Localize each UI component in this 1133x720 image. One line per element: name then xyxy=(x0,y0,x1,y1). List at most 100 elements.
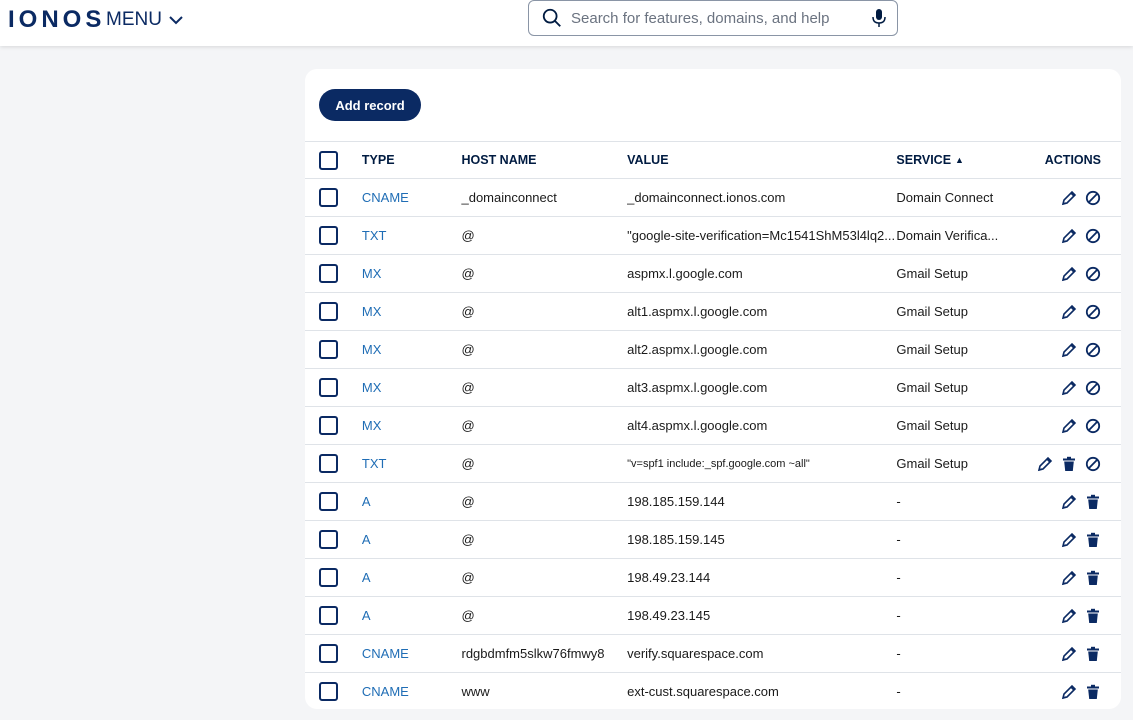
pencil-icon[interactable] xyxy=(1061,608,1077,624)
table-row[interactable]: A @198.185.159.144- xyxy=(305,482,1121,521)
table-body: CNAME _domainconnect _domainconnect.ionos.… xyxy=(305,178,1121,710)
disable-icon[interactable] xyxy=(1085,418,1101,434)
ionos-logo[interactable]: IONOS xyxy=(8,6,105,34)
row-checkbox[interactable] xyxy=(319,454,338,473)
table-row[interactable]: MX @ alt1.aspmx.l.google.com Gmail Setup xyxy=(305,292,1121,331)
record-type[interactable]: A xyxy=(361,482,462,521)
search-input[interactable] xyxy=(569,8,871,28)
table-row[interactable]: A @198.49.23.145- xyxy=(305,596,1121,635)
pencil-icon[interactable] xyxy=(1061,684,1077,700)
table-row[interactable]: CNAME _domainconnect _domainconnect.ionos.… xyxy=(305,178,1121,217)
table-header-row: TYPE HOST NAME VALUE SERVICE ▲ ACTIONS xyxy=(305,141,1121,179)
pencil-icon[interactable] xyxy=(1061,570,1077,586)
row-checkbox[interactable] xyxy=(319,416,338,435)
record-type[interactable]: MX xyxy=(361,330,462,369)
row-select-cell xyxy=(305,292,362,331)
select-all-cell xyxy=(305,141,362,179)
pencil-icon[interactable] xyxy=(1061,304,1077,320)
record-host: @ xyxy=(461,330,628,369)
trash-icon[interactable] xyxy=(1085,532,1101,548)
record-type[interactable]: A xyxy=(361,558,462,597)
disable-icon[interactable] xyxy=(1085,304,1101,320)
record-type[interactable]: MX xyxy=(361,406,462,445)
row-checkbox[interactable] xyxy=(319,340,338,359)
record-actions xyxy=(1028,596,1121,635)
trash-icon[interactable] xyxy=(1085,684,1101,700)
sort-ascending-icon: ▲ xyxy=(955,155,964,165)
record-type[interactable]: CNAME xyxy=(361,634,462,673)
table-row[interactable]: TXT @ "google-site-verification=Mc1541ShM5… xyxy=(305,216,1121,255)
row-checkbox[interactable] xyxy=(319,378,338,397)
table-row[interactable]: CNAME www ext-cust.squarespace.com - xyxy=(305,672,1121,710)
record-type[interactable]: TXT xyxy=(361,216,462,255)
pencil-icon[interactable] xyxy=(1061,228,1077,244)
record-type[interactable]: MX xyxy=(361,368,462,407)
record-type[interactable]: A xyxy=(361,520,462,559)
record-type[interactable]: A xyxy=(361,596,462,635)
trash-icon[interactable] xyxy=(1085,646,1101,662)
pencil-icon[interactable] xyxy=(1037,456,1053,472)
pencil-icon[interactable] xyxy=(1061,380,1077,396)
table-row[interactable]: MX @ aspmx.l.google.com Gmail Setup xyxy=(305,254,1121,293)
disable-icon[interactable] xyxy=(1085,266,1101,282)
menu-label: MENU xyxy=(106,9,162,30)
row-checkbox[interactable] xyxy=(319,302,338,321)
record-service: Gmail Setup xyxy=(896,406,1029,445)
row-checkbox[interactable] xyxy=(319,530,338,549)
column-header-host[interactable]: HOST NAME xyxy=(461,141,628,179)
pencil-icon[interactable] xyxy=(1061,266,1077,282)
row-checkbox[interactable] xyxy=(319,264,338,283)
table-row[interactable]: MX @ alt2.aspmx.l.google.com Gmail Setup xyxy=(305,330,1121,369)
record-host: www xyxy=(461,672,628,710)
record-type[interactable]: CNAME xyxy=(361,672,462,710)
pencil-icon[interactable] xyxy=(1061,342,1077,358)
trash-icon[interactable] xyxy=(1061,456,1077,472)
row-checkbox[interactable] xyxy=(319,682,338,701)
table-row[interactable]: TXT @ "v=spf1 include:_spf.google.com ~all… xyxy=(305,444,1121,483)
record-type[interactable]: MX xyxy=(361,254,462,293)
search-box[interactable] xyxy=(528,0,898,36)
table-row[interactable]: CNAME rdgbdmfm5slkw76fmwy8 verify.squaresp… xyxy=(305,634,1121,673)
record-type[interactable]: TXT xyxy=(361,444,462,483)
record-type[interactable]: CNAME xyxy=(361,178,462,217)
pencil-icon[interactable] xyxy=(1061,494,1077,510)
row-checkbox[interactable] xyxy=(319,188,338,207)
disable-icon[interactable] xyxy=(1085,342,1101,358)
column-header-service[interactable]: SERVICE ▲ xyxy=(896,141,1029,179)
row-select-cell xyxy=(305,254,362,293)
record-type[interactable]: MX xyxy=(361,292,462,331)
row-checkbox[interactable] xyxy=(319,606,338,625)
row-checkbox[interactable] xyxy=(319,568,338,587)
disable-icon[interactable] xyxy=(1085,228,1101,244)
row-checkbox[interactable] xyxy=(319,226,338,245)
menu-button[interactable]: MENU xyxy=(106,9,184,31)
record-actions xyxy=(1028,330,1121,369)
record-service: Gmail Setup xyxy=(896,444,1029,483)
disable-icon[interactable] xyxy=(1085,380,1101,396)
record-service: Gmail Setup xyxy=(896,368,1029,407)
microphone-icon[interactable] xyxy=(871,8,887,28)
pencil-icon[interactable] xyxy=(1061,646,1077,662)
row-checkbox[interactable] xyxy=(319,492,338,511)
pencil-icon[interactable] xyxy=(1061,190,1077,206)
select-all-checkbox[interactable] xyxy=(319,150,338,170)
table-row[interactable]: MX @ alt3.aspmx.l.google.com Gmail Setup xyxy=(305,368,1121,407)
trash-icon[interactable] xyxy=(1085,608,1101,624)
disable-icon[interactable] xyxy=(1085,456,1101,472)
pencil-icon[interactable] xyxy=(1061,532,1077,548)
trash-icon[interactable] xyxy=(1085,494,1101,510)
record-host: @ xyxy=(461,292,628,331)
trash-icon[interactable] xyxy=(1085,570,1101,586)
pencil-icon[interactable] xyxy=(1061,418,1077,434)
add-record-button[interactable]: Add record xyxy=(319,89,421,121)
actions-group xyxy=(1028,418,1121,434)
column-header-value[interactable]: VALUE xyxy=(627,141,897,179)
top-bar: IONOS MENU xyxy=(0,0,1133,46)
table-row[interactable]: A @198.185.159.145- xyxy=(305,520,1121,559)
column-header-type[interactable]: TYPE xyxy=(361,141,462,179)
table-row[interactable]: MX @ alt4.aspmx.l.google.com Gmail Setup xyxy=(305,406,1121,445)
row-checkbox[interactable] xyxy=(319,644,338,663)
actions-group xyxy=(1028,342,1121,358)
disable-icon[interactable] xyxy=(1085,190,1101,206)
table-row[interactable]: A @198.49.23.144- xyxy=(305,558,1121,597)
